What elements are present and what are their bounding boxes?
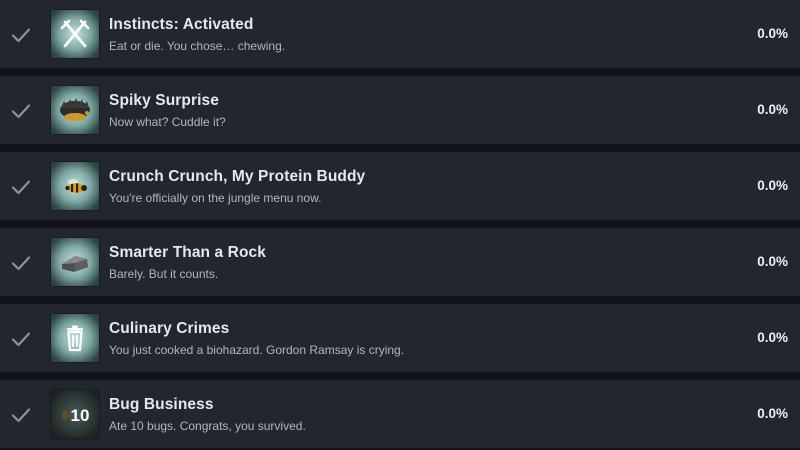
check-icon: [11, 28, 31, 43]
check-icon: [11, 332, 31, 347]
achievement-title: Instincts: Activated: [109, 16, 254, 33]
check-icon: [11, 256, 31, 271]
achievement-title: Bug Business: [109, 396, 214, 413]
bug-counter-icon: 10: [51, 390, 99, 438]
achievement-description: You're officially on the jungle menu now…: [109, 191, 322, 205]
achievement-row[interactable]: Culinary Crimes You just cooked a biohaz…: [0, 304, 800, 372]
unlock-percent: 0.0%: [757, 178, 788, 193]
achievement-title: Culinary Crimes: [109, 320, 230, 337]
achievement-row[interactable]: Instincts: Activated Eat or die. You cho…: [0, 0, 800, 68]
trash-can-icon: [51, 314, 99, 362]
achievement-row[interactable]: Crunch Crunch, My Protein Buddy You're o…: [0, 152, 800, 220]
achievement-description: Ate 10 bugs. Congrats, you survived.: [109, 419, 306, 433]
unlock-percent: 0.0%: [757, 26, 788, 41]
unlock-percent: 0.0%: [757, 102, 788, 117]
achievement-list: Instincts: Activated Eat or die. You cho…: [0, 0, 800, 450]
achievement-description: You just cooked a biohazard. Gordon Rams…: [109, 343, 405, 357]
achievement-title: Crunch Crunch, My Protein Buddy: [109, 168, 366, 185]
achievement-title: Smarter Than a Rock: [109, 244, 266, 261]
check-icon: [11, 180, 31, 195]
unlock-percent: 0.0%: [757, 330, 788, 345]
unlock-percent: 0.0%: [757, 254, 788, 269]
bug-counter-number: 10: [71, 406, 90, 425]
achievement-description: Barely. But it counts.: [109, 267, 219, 281]
achievement-row[interactable]: 10 Bug Business Ate 10 bugs. Congrats, y…: [0, 380, 800, 448]
achievement-row[interactable]: Spiky Surprise Now what? Cuddle it? 0.0%: [0, 76, 800, 144]
hedgehog-icon: [51, 86, 99, 134]
check-icon: [11, 104, 31, 119]
achievement-description: Eat or die. You chose… chewing.: [109, 39, 286, 53]
unlock-percent: 0.0%: [757, 406, 788, 421]
check-icon: [11, 408, 31, 423]
bee-icon: [51, 162, 99, 210]
achievement-description: Now what? Cuddle it?: [109, 115, 226, 129]
achievement-row[interactable]: Smarter Than a Rock Barely. But it count…: [0, 228, 800, 296]
rock-icon: [51, 238, 99, 286]
fork-knife-icon: [51, 10, 99, 58]
achievement-title: Spiky Surprise: [109, 92, 219, 109]
